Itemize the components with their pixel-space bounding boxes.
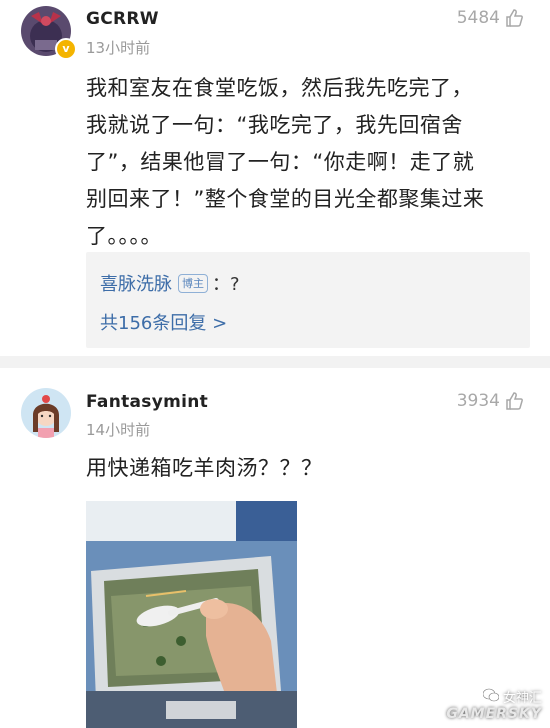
comment-text-line: 了”，结果他冒了一句：“你走啊！走了就 — [86, 150, 475, 174]
username[interactable]: GCRRW — [86, 9, 159, 29]
comment-1: v GCRRW 13小时前 5484 我和室友在食堂吃饭，然后我先吃完了， 我就… — [0, 0, 550, 352]
comment-text-line: 我就说了一句：“我吃完了，我先回宿舍 — [86, 113, 463, 137]
reply-box[interactable]: 喜脉洗脉 博主 ：? 共156条回复 > — [86, 252, 530, 348]
user-avatar[interactable] — [21, 388, 71, 438]
wechat-icon — [482, 688, 500, 706]
reply-username[interactable]: 喜脉洗脉 — [100, 270, 172, 296]
watermark-top: 女神汇 — [502, 691, 542, 706]
like-count: 3934 — [456, 391, 500, 411]
verified-badge-icon: v — [55, 38, 77, 60]
watermark-bottom: GAMERSKY — [446, 706, 542, 722]
comment-text: 用快递箱吃羊肉汤？？？ — [86, 456, 323, 480]
host-tag-badge: 博主 — [178, 273, 208, 293]
reply-preview[interactable]: 喜脉洗脉 博主 ：? — [100, 270, 240, 296]
comment-text-line: 我和室友在食堂吃饭，然后我先吃完了， — [86, 76, 473, 100]
comment-text: 我和室友在食堂吃饭，然后我先吃完了， 我就说了一句：“我吃完了，我先回宿舍 了”… — [86, 70, 536, 255]
comment-time: 13小时前 — [86, 39, 151, 57]
comment-text-line: 了。。。。 — [86, 224, 162, 248]
username[interactable]: Fantasymint — [86, 392, 208, 412]
watermark: 女神汇 GAMERSKY — [446, 687, 542, 722]
thumbs-up-icon — [504, 391, 524, 411]
reply-text: ：? — [212, 274, 240, 295]
like-button[interactable]: 5484 — [457, 8, 524, 28]
comment-text-line: 别回来了！”整个食堂的目光全都聚集过来 — [86, 187, 485, 211]
comment-photo[interactable] — [86, 501, 297, 728]
like-button[interactable]: 3934 — [457, 391, 524, 411]
more-replies-link[interactable]: 共156条回复 > — [100, 309, 227, 335]
comment-time: 14小时前 — [86, 421, 151, 439]
like-count: 5484 — [456, 8, 500, 28]
section-divider — [0, 356, 550, 368]
thumbs-up-icon — [504, 8, 524, 28]
comment-2: Fantasymint 14小时前 3934 用快递箱吃羊肉汤？？？ 女神汇 G… — [0, 368, 550, 728]
